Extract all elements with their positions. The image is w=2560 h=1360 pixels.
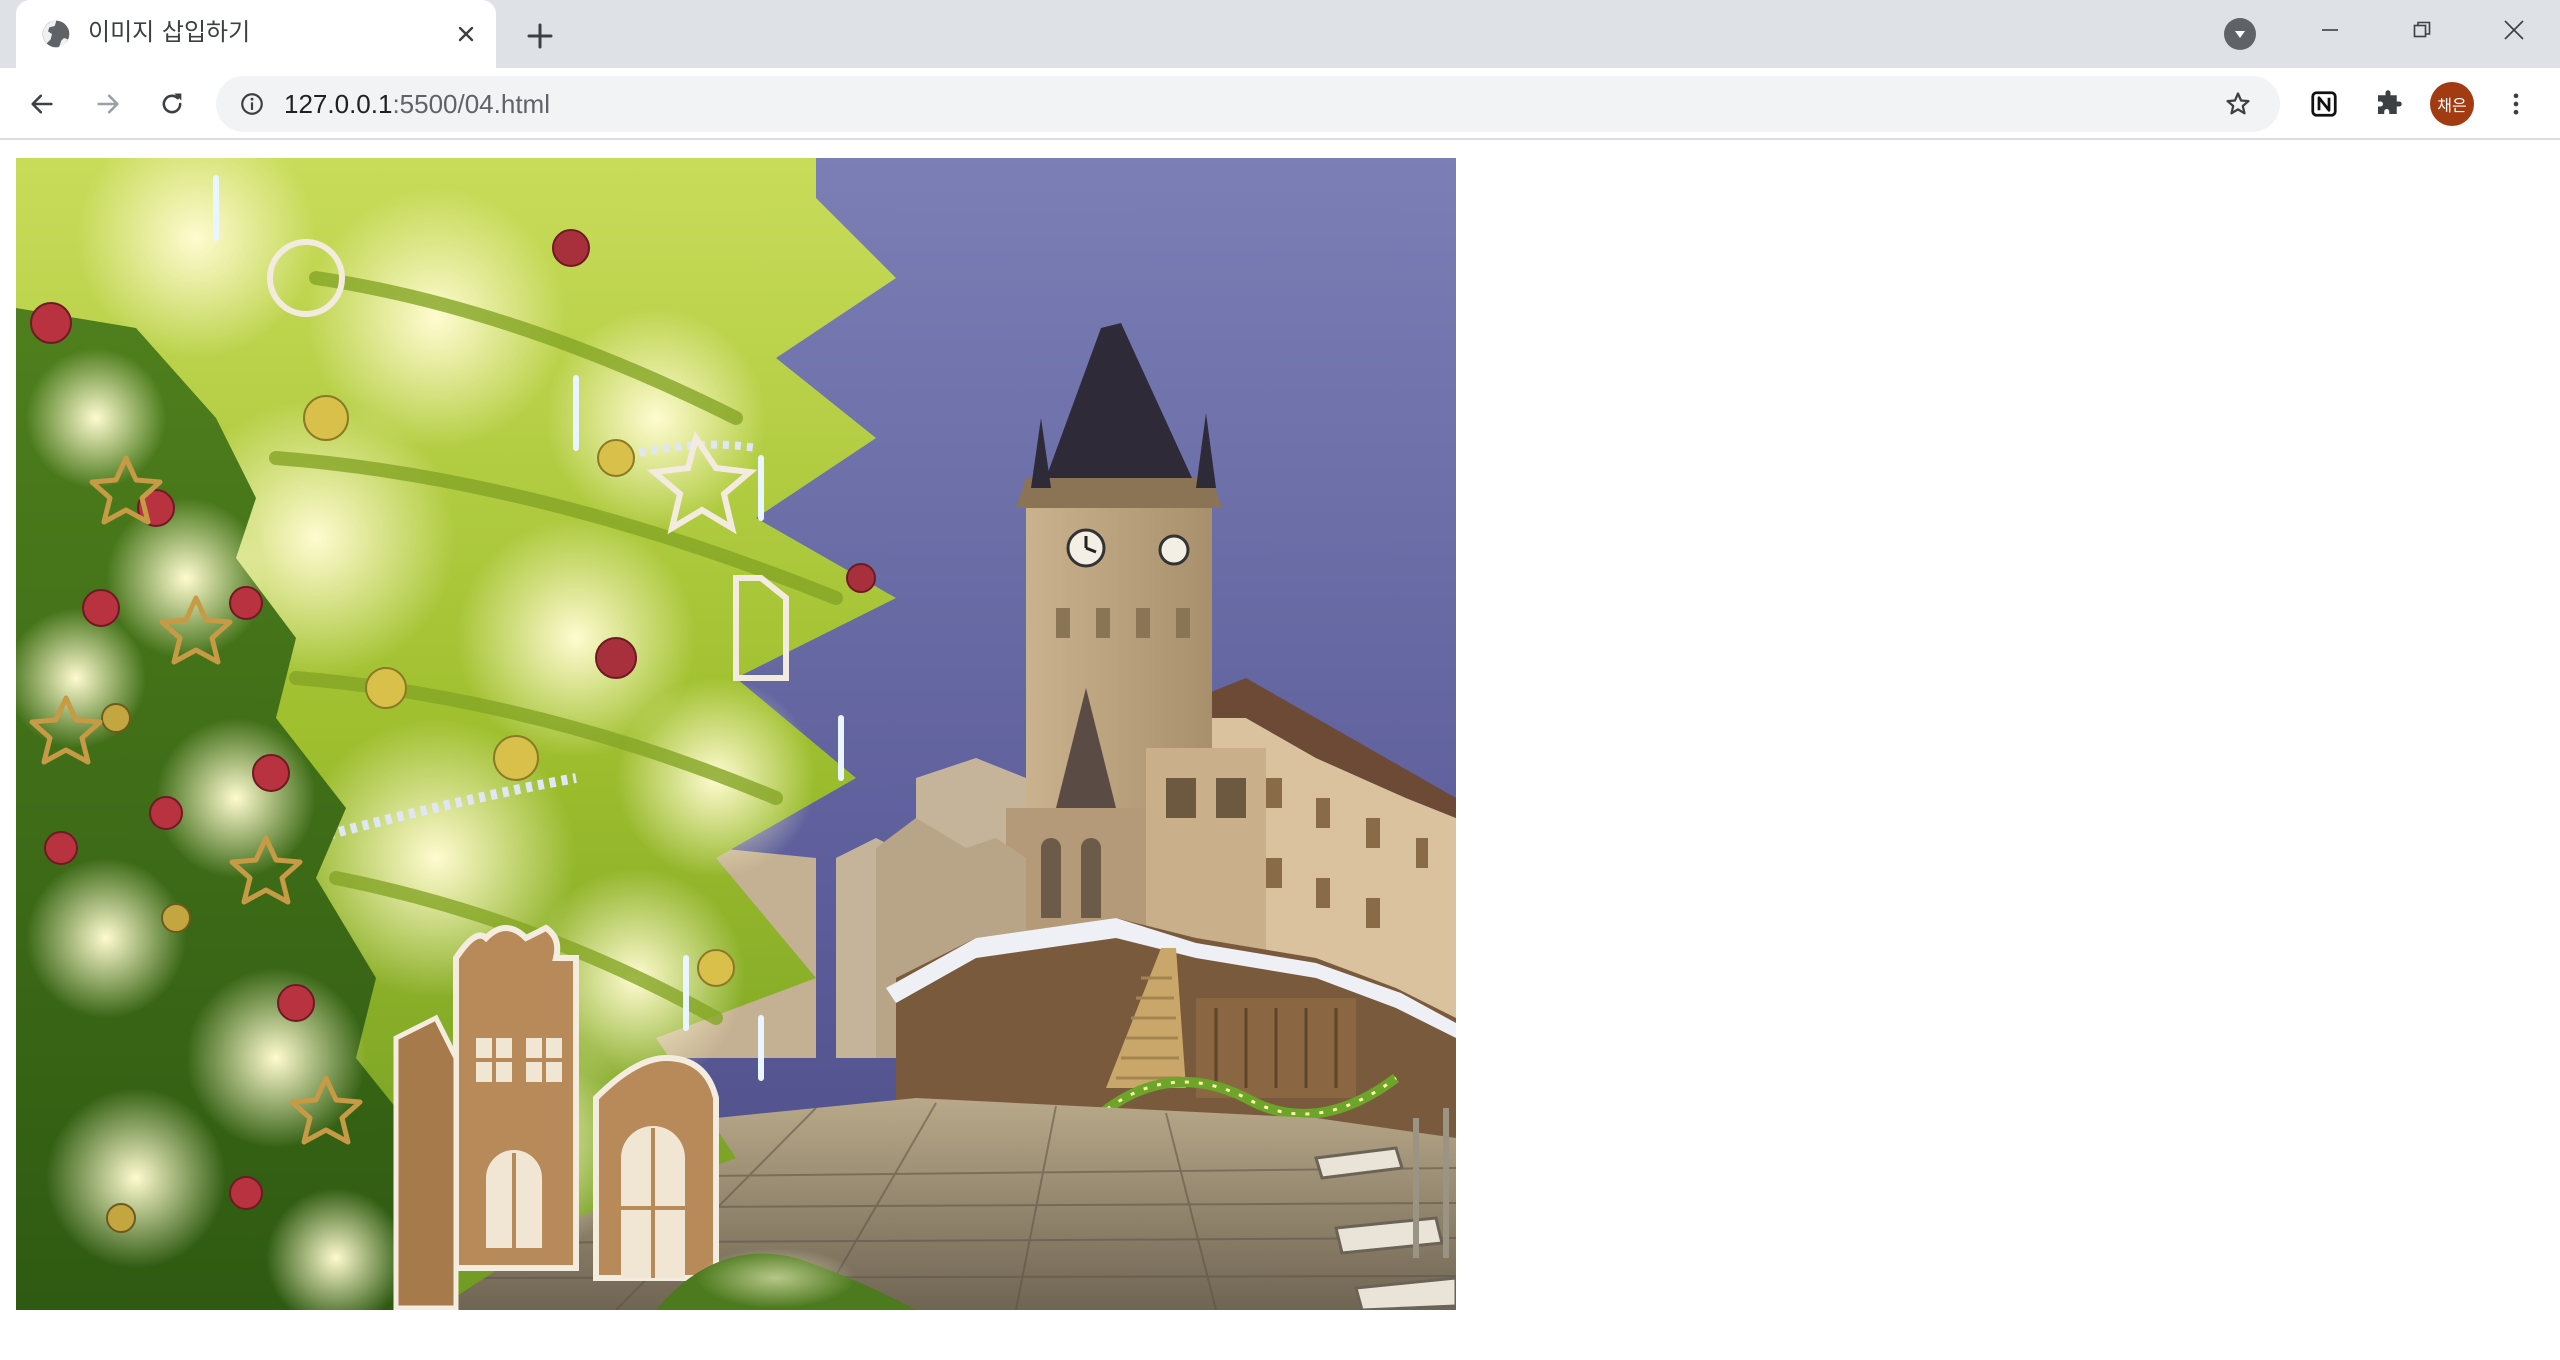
browser-menu-button[interactable]	[2494, 82, 2538, 126]
profile-avatar[interactable]: 채은	[2430, 82, 2474, 126]
info-icon[interactable]	[236, 88, 268, 120]
christmas-market-image	[16, 158, 1456, 1310]
arrow-right-icon	[97, 94, 119, 114]
globe-icon	[40, 18, 72, 50]
close-icon	[2504, 20, 2524, 40]
restore-button[interactable]	[2396, 8, 2448, 52]
url-text[interactable]: 127.0.0.1:5500/04.html	[284, 88, 550, 120]
minimize-button[interactable]	[2304, 8, 2356, 52]
notion-extension-button[interactable]	[2302, 82, 2346, 126]
close-icon[interactable]	[450, 18, 482, 50]
tab-active[interactable]: 이미지 삽입하기	[16, 0, 496, 68]
forward-button[interactable]	[86, 82, 130, 126]
minimize-icon	[2322, 29, 2338, 31]
address-bar[interactable]: 127.0.0.1:5500/04.html	[216, 76, 2280, 132]
plus-icon	[527, 23, 553, 49]
chevron-down-icon	[2235, 31, 2245, 38]
new-tab-button[interactable]	[520, 16, 560, 56]
tab-title: 이미지 삽입하기	[88, 18, 251, 46]
puzzle-icon	[2378, 90, 2402, 114]
extensions-button[interactable]	[2366, 82, 2410, 126]
url-host: 127.0.0.1	[284, 89, 393, 119]
url-path: :5500/04.html	[392, 89, 550, 119]
notion-icon	[2311, 91, 2337, 117]
tab-search-button[interactable]	[2224, 18, 2256, 50]
arrow-left-icon	[31, 94, 53, 114]
browser-toolbar: 127.0.0.1:5500/04.html 채은	[0, 68, 2560, 140]
tab-strip: 이미지 삽입하기	[0, 0, 2560, 68]
star-icon[interactable]	[2220, 86, 2256, 122]
window-close-button[interactable]	[2488, 8, 2540, 52]
restore-icon	[2413, 21, 2431, 38]
more-vert-icon	[2513, 93, 2519, 115]
reload-button[interactable]	[150, 82, 194, 126]
reload-icon	[162, 93, 182, 114]
back-button[interactable]	[20, 82, 64, 126]
